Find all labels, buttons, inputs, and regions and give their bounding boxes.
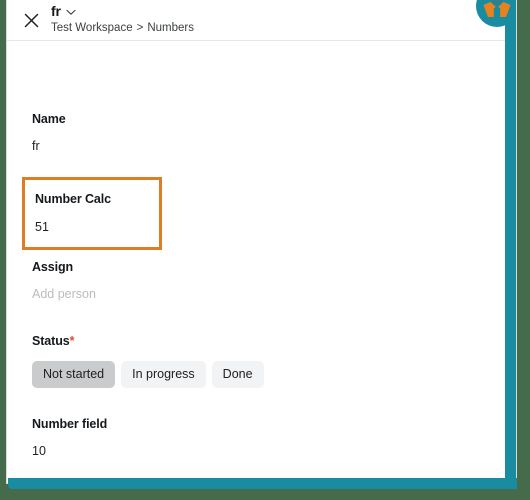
field-value-number-field[interactable]: 10 — [32, 443, 107, 459]
field-assign: Assign Add person — [32, 259, 96, 302]
record-title-row: fr — [51, 2, 194, 20]
field-label-number-field: Number field — [32, 417, 108, 431]
chevron-down-icon[interactable] — [66, 9, 76, 16]
field-name: Name fr — [32, 111, 66, 154]
required-marker: * — [69, 334, 75, 348]
field-status: Status* Not started In progress Done — [32, 333, 264, 388]
close-button[interactable] — [18, 7, 44, 33]
field-label-status: Status* — [32, 333, 264, 349]
breadcrumb-table[interactable]: Numbers — [147, 21, 194, 36]
field-value-number-calc[interactable]: 51 — [35, 219, 159, 235]
horizontal-scrollbar[interactable] — [8, 478, 517, 489]
status-option-done[interactable]: Done — [211, 361, 264, 388]
avatar-logo-icon[interactable] — [475, 0, 516, 28]
breadcrumb-separator: > — [136, 22, 144, 34]
vertical-scrollbar[interactable] — [505, 0, 516, 489]
desktop-backdrop: fr Test Workspace > Numbers Name fr Numb… — [0, 0, 530, 500]
field-label-number-calc: Number Calc — [35, 192, 112, 206]
field-label-name: Name — [32, 112, 66, 126]
field-label-status-text: Status — [32, 334, 70, 348]
field-number-calc[interactable]: Number Calc 51 — [22, 177, 162, 250]
field-label-assign: Assign — [32, 260, 74, 274]
field-number-field: Number field 10 — [32, 416, 107, 459]
close-icon — [24, 13, 39, 28]
title-block: fr Test Workspace > Numbers — [51, 2, 194, 36]
record-detail-panel: fr Test Workspace > Numbers Name fr Numb… — [6, 0, 517, 484]
status-option-not-started[interactable]: Not started — [32, 361, 116, 388]
status-option-group: Not started In progress Done — [32, 361, 264, 388]
panel-header: fr Test Workspace > Numbers — [7, 0, 516, 41]
status-option-in-progress[interactable]: In progress — [121, 361, 206, 388]
assign-add-person-input[interactable]: Add person — [32, 286, 96, 302]
breadcrumb-workspace[interactable]: Test Workspace — [51, 21, 133, 36]
field-value-name[interactable]: fr — [32, 138, 66, 154]
record-title: fr — [51, 3, 61, 19]
breadcrumb: Test Workspace > Numbers — [51, 21, 194, 36]
